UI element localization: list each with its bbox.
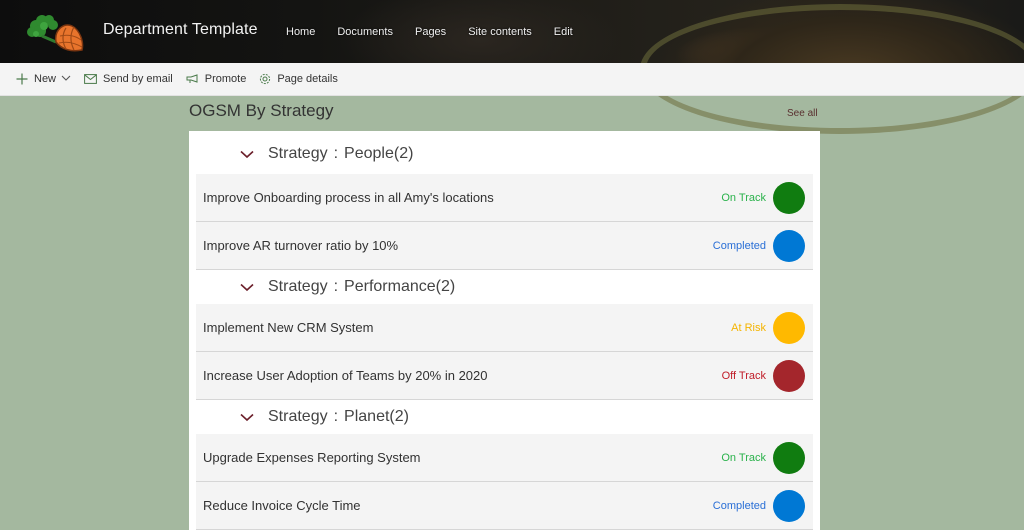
group-separator: : xyxy=(333,145,339,162)
status-text: On Track xyxy=(721,191,766,204)
nav-pages[interactable]: Pages xyxy=(415,26,446,38)
plus-icon xyxy=(16,73,28,85)
item-title: Improve Onboarding process in all Amy's … xyxy=(203,190,494,205)
list-item[interactable]: Improve AR turnover ratio by 10% Complet… xyxy=(196,222,813,270)
group-name: Planet xyxy=(344,408,390,425)
group-header-planet[interactable]: Strategy : Planet (2) xyxy=(196,400,813,434)
group-name: People xyxy=(344,145,394,162)
status-text: Off Track xyxy=(721,369,766,382)
status-indicator-dot xyxy=(773,441,805,474)
see-all-link[interactable]: See all xyxy=(787,108,818,119)
item-title: Upgrade Expenses Reporting System xyxy=(203,450,421,465)
status-indicator-dot xyxy=(773,181,805,214)
group-prefix: Strategy xyxy=(268,278,328,295)
site-header: Department Template Home Documents Pages… xyxy=(0,0,1024,134)
group-count: (2) xyxy=(389,408,409,425)
group-separator: : xyxy=(333,408,339,425)
item-title: Reduce Invoice Cycle Time xyxy=(203,498,361,513)
status-indicator-dot xyxy=(773,359,805,392)
nav-home[interactable]: Home xyxy=(286,26,315,38)
nav-site-contents[interactable]: Site contents xyxy=(468,26,532,38)
chevron-down-icon xyxy=(61,73,71,85)
list-item[interactable]: Reduce Invoice Cycle Time Completed xyxy=(196,482,813,530)
webpart-title: OGSM By Strategy xyxy=(189,101,334,120)
list-item[interactable]: Upgrade Expenses Reporting System On Tra… xyxy=(196,434,813,482)
status-indicator-dot xyxy=(773,311,805,344)
chevron-down-icon[interactable] xyxy=(240,413,254,422)
chevron-down-icon[interactable] xyxy=(240,150,254,159)
promote-label: Promote xyxy=(204,73,247,85)
mail-icon xyxy=(84,74,97,84)
top-navigation: Home Documents Pages Site contents Edit xyxy=(286,26,595,38)
page-details-button[interactable]: Page details xyxy=(259,73,338,85)
megaphone-icon xyxy=(186,74,199,84)
promote-button[interactable]: Promote xyxy=(186,73,247,85)
new-label: New xyxy=(34,73,57,85)
group-count: (2) xyxy=(393,145,414,162)
carrot-logo-icon[interactable] xyxy=(22,12,90,52)
site-title[interactable]: Department Template xyxy=(103,21,258,39)
command-bar: New Send by email Promote Page details xyxy=(0,63,1024,96)
group-header-people[interactable]: Strategy : People (2) xyxy=(196,134,813,174)
page-details-label: Page details xyxy=(277,73,338,85)
status-text: Completed xyxy=(712,499,766,512)
group-name: Performance xyxy=(344,278,436,295)
status-indicator-dot xyxy=(773,489,805,522)
send-by-email-label: Send by email xyxy=(103,73,173,85)
ogsm-list: Strategy : People (2) Improve Onboarding… xyxy=(189,131,820,530)
list-item[interactable]: Implement New CRM System At Risk xyxy=(196,304,813,352)
nav-documents[interactable]: Documents xyxy=(337,26,393,38)
send-by-email-button[interactable]: Send by email xyxy=(84,73,173,85)
status-text: Completed xyxy=(712,239,766,252)
group-separator: : xyxy=(333,278,339,295)
item-title: Implement New CRM System xyxy=(203,320,374,335)
new-button[interactable]: New xyxy=(16,73,71,85)
group-count: (2) xyxy=(435,278,456,295)
group-prefix: Strategy xyxy=(268,408,328,425)
group-prefix: Strategy xyxy=(268,145,328,162)
status-indicator-dot xyxy=(773,229,805,262)
group-header-performance[interactable]: Strategy : Performance (2) xyxy=(196,270,813,304)
chevron-down-icon[interactable] xyxy=(240,283,254,292)
item-title: Increase User Adoption of Teams by 20% i… xyxy=(203,368,488,383)
status-text: At Risk xyxy=(731,321,766,334)
nav-edit[interactable]: Edit xyxy=(554,26,573,38)
list-item[interactable]: Increase User Adoption of Teams by 20% i… xyxy=(196,352,813,400)
item-title: Improve AR turnover ratio by 10% xyxy=(203,238,399,253)
status-text: On Track xyxy=(721,451,766,464)
gear-icon xyxy=(259,73,271,85)
list-item[interactable]: Improve Onboarding process in all Amy's … xyxy=(196,174,813,222)
